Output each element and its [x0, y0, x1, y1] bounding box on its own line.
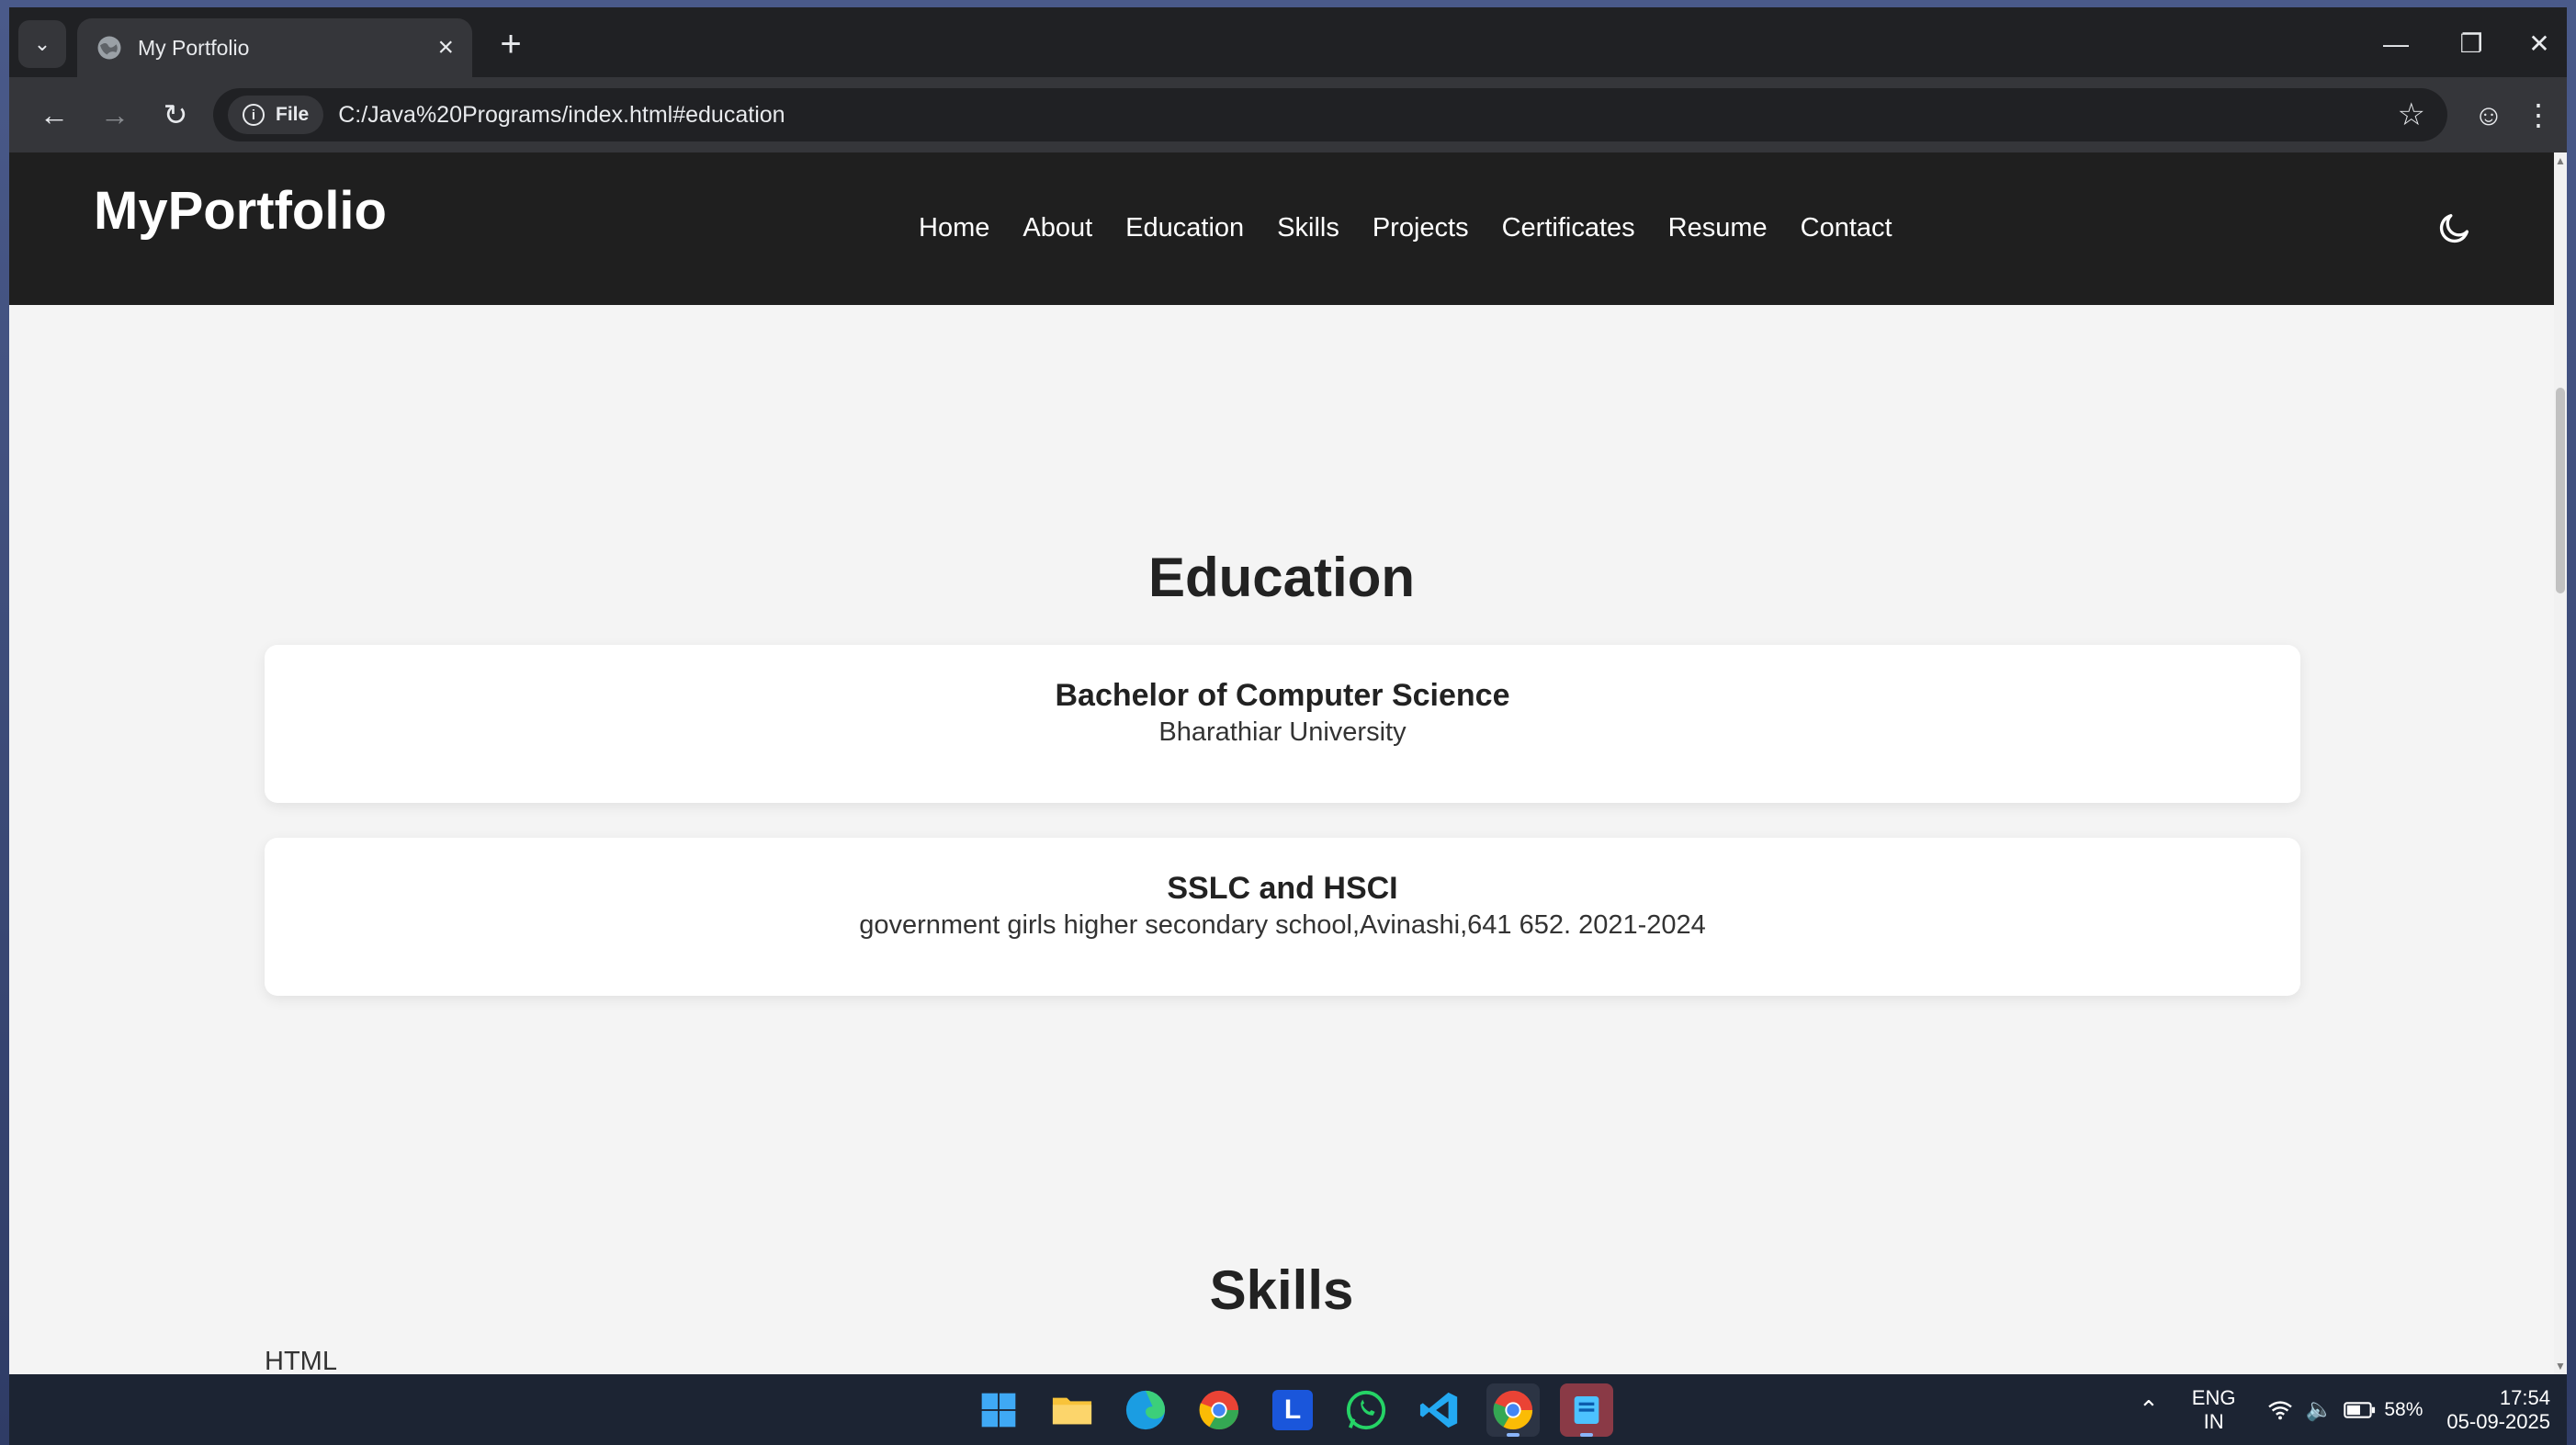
- skills-heading: Skills: [1209, 1259, 1354, 1321]
- kebab-menu-icon: ⋮: [2524, 98, 2553, 131]
- restore-button[interactable]: ❐: [2444, 24, 2499, 64]
- clock-time: 17:54: [2499, 1386, 2550, 1410]
- forward-button[interactable]: →: [92, 92, 138, 138]
- browser-tab[interactable]: My Portfolio ×: [77, 18, 472, 77]
- plus-icon: +: [500, 24, 522, 64]
- education-card: SSLC and HSCI government girls higher se…: [265, 838, 2300, 996]
- chrome-canary-logo-icon: [1199, 1390, 1239, 1430]
- chrome-logo-icon: [1493, 1390, 1533, 1430]
- education-detail: government girls higher secondary school…: [859, 910, 1706, 940]
- education-degree: Bachelor of Computer Science: [1055, 678, 1510, 713]
- tab-close-icon[interactable]: ×: [437, 34, 454, 62]
- skill-label: HTML: [265, 1347, 337, 1374]
- tab-title: My Portfolio: [138, 35, 250, 60]
- site-navbar: MyPortfolio Home About Education Skills …: [9, 152, 2554, 305]
- nav-link-skills[interactable]: Skills: [1277, 213, 1339, 243]
- chrome-icon[interactable]: [1486, 1383, 1540, 1437]
- whatsapp-logo-icon: [1346, 1390, 1386, 1430]
- nav-link-contact[interactable]: Contact: [1801, 213, 1892, 243]
- tab-strip: ⌄ My Portfolio × + — ❐ ✕: [9, 7, 2567, 77]
- clock-date: 05-09-2025: [2446, 1409, 2550, 1433]
- language-code: ENG: [2191, 1386, 2236, 1410]
- site-menu: Home About Education Skills Projects Cer…: [919, 213, 1892, 243]
- minimize-button[interactable]: —: [2368, 24, 2423, 64]
- minimize-icon: —: [2383, 29, 2409, 58]
- scroll-up-icon[interactable]: ▲: [2554, 154, 2567, 167]
- url-text[interactable]: C:/Java%20Programs/index.html#education: [338, 102, 2397, 129]
- notepad-app-icon[interactable]: [1560, 1383, 1613, 1437]
- edge-logo-icon: [1125, 1390, 1166, 1430]
- reload-button[interactable]: ↻: [153, 92, 198, 138]
- file-explorer-icon[interactable]: [1045, 1383, 1099, 1437]
- page-scrollbar[interactable]: ▲ ▼: [2554, 152, 2567, 1374]
- nav-link-home[interactable]: Home: [919, 213, 989, 243]
- nav-link-about[interactable]: About: [1022, 213, 1092, 243]
- new-tab-button[interactable]: +: [491, 26, 531, 66]
- site-logo[interactable]: MyPortfolio: [94, 180, 387, 242]
- l-logo-icon: L: [1272, 1390, 1313, 1430]
- education-detail: Bharathiar University: [1158, 717, 1407, 747]
- nav-link-certificates[interactable]: Certificates: [1502, 213, 1635, 243]
- back-button[interactable]: ←: [31, 92, 77, 138]
- site-chip-label: File: [276, 104, 310, 125]
- chevron-down-icon: ⌄: [33, 32, 51, 55]
- scrollbar-thumb[interactable]: [2556, 388, 2565, 593]
- battery-icon[interactable]: [2344, 1400, 2377, 1420]
- window-close-button[interactable]: ✕: [2519, 24, 2559, 64]
- scroll-down-icon[interactable]: ▼: [2554, 1360, 2567, 1372]
- desktop: ⌄ My Portfolio × + — ❐ ✕ ← → ↻ i File C:…: [0, 0, 2576, 1445]
- whatsapp-icon[interactable]: [1339, 1383, 1393, 1437]
- language-region: IN: [2203, 1409, 2224, 1433]
- l-app-icon[interactable]: L: [1266, 1383, 1319, 1437]
- edge-icon[interactable]: [1119, 1383, 1172, 1437]
- folder-icon: [1052, 1397, 1092, 1425]
- moon-icon[interactable]: [2436, 209, 2473, 246]
- tab-search-button[interactable]: ⌄: [18, 20, 66, 68]
- globe-icon: [97, 36, 121, 60]
- close-icon: ✕: [2528, 29, 2550, 58]
- arrow-left-icon: ←: [40, 98, 69, 131]
- arrow-right-icon: →: [100, 98, 130, 131]
- profile-icon: ☺: [2473, 98, 2504, 131]
- star-icon[interactable]: ☆: [2398, 96, 2425, 133]
- education-card: Bachelor of Computer Science Bharathiar …: [265, 645, 2300, 803]
- site-info-chip[interactable]: i File: [228, 96, 324, 134]
- clock[interactable]: 17:54 05-09-2025: [2446, 1386, 2550, 1433]
- notepad-logo-icon: [1574, 1396, 1599, 1424]
- battery-percent: 58%: [2384, 1398, 2423, 1420]
- profile-button[interactable]: ☺: [2466, 92, 2512, 138]
- nav-link-education[interactable]: Education: [1125, 213, 1244, 243]
- reload-icon: ↻: [163, 98, 188, 131]
- vscode-logo-icon: [1419, 1392, 1458, 1428]
- restore-icon: ❐: [2459, 29, 2483, 58]
- volume-icon[interactable]: 🔈: [2305, 1396, 2333, 1423]
- nav-link-projects[interactable]: Projects: [1373, 213, 1469, 243]
- chrome-canary-icon[interactable]: [1192, 1383, 1246, 1437]
- browser-toolbar: ← → ↻ i File C:/Java%20Programs/index.ht…: [9, 77, 2567, 152]
- vscode-icon[interactable]: [1413, 1383, 1466, 1437]
- browser-menu-button[interactable]: ⋮: [2515, 92, 2561, 138]
- info-icon: i: [243, 104, 265, 126]
- nav-link-resume[interactable]: Resume: [1668, 213, 1768, 243]
- education-heading: Education: [1147, 547, 1415, 608]
- browser-window: ⌄ My Portfolio × + — ❐ ✕ ← → ↻ i File C:…: [9, 7, 2567, 1374]
- taskbar: L ⌃ ENG IN 🔈 58% 17:54 05-09-2025: [9, 1374, 2567, 1445]
- windows-start-icon[interactable]: [972, 1383, 1025, 1437]
- education-degree: SSLC and HSCI: [1167, 871, 1398, 906]
- language-indicator[interactable]: ENG IN: [2192, 1386, 2236, 1433]
- page-viewport: MyPortfolio Home About Education Skills …: [9, 152, 2554, 1374]
- show-hidden-icons[interactable]: ⌃: [2139, 1395, 2159, 1424]
- address-bar[interactable]: i File C:/Java%20Programs/index.html#edu…: [213, 88, 2447, 141]
- wifi-icon[interactable]: [2266, 1399, 2294, 1421]
- windows-logo-icon: [981, 1393, 1016, 1428]
- system-tray: ⌃ ENG IN 🔈 58% 17:54 05-09-2025: [2139, 1374, 2550, 1445]
